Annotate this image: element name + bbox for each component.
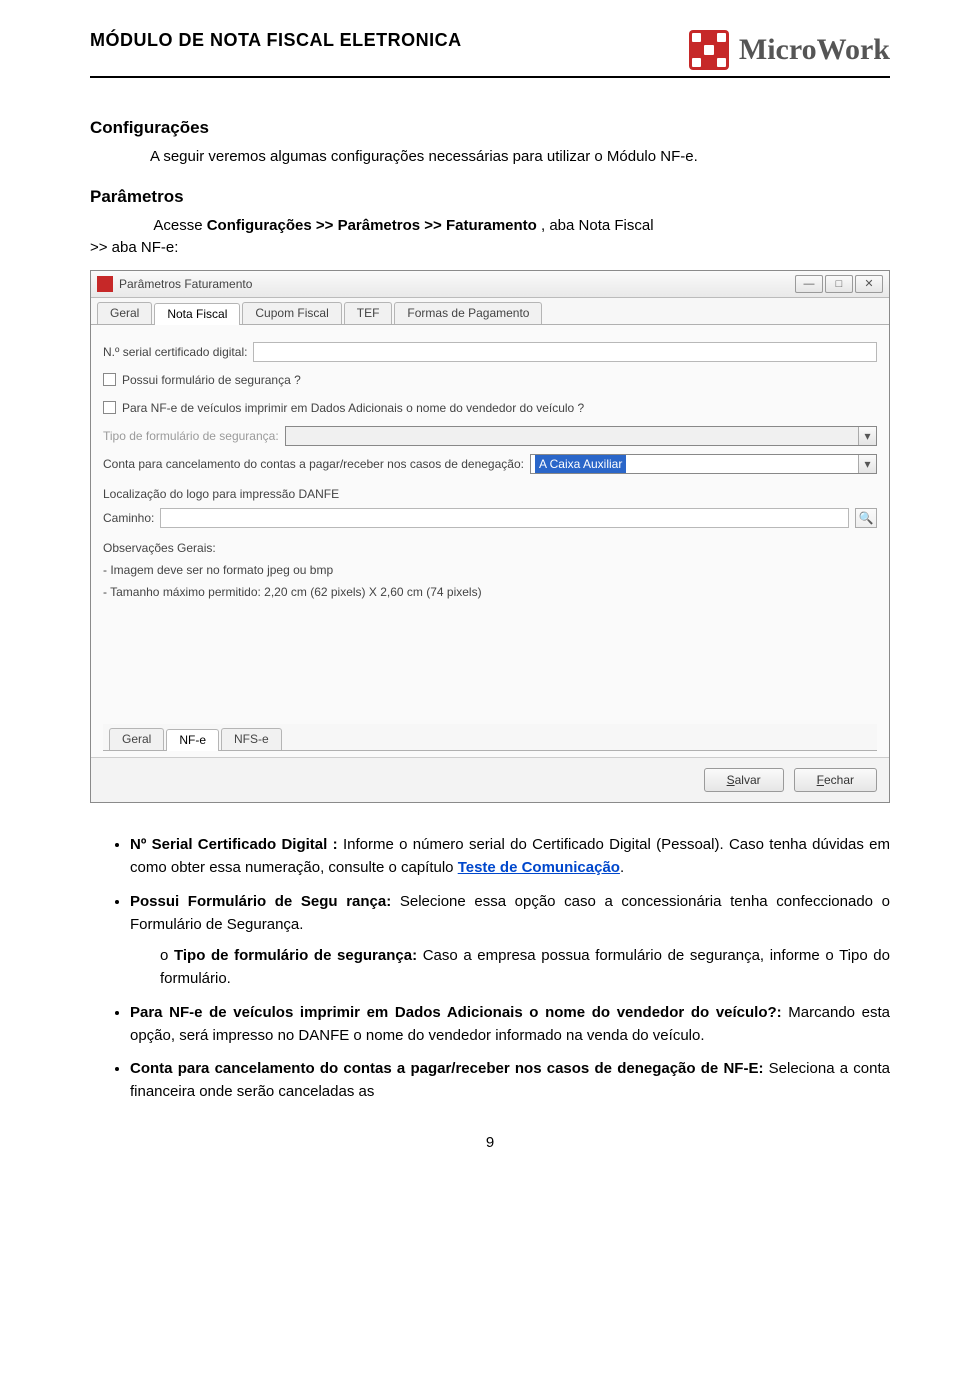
obs-line-1: - Imagem deve ser no formato jpeg ou bmp (103, 559, 877, 582)
label-tipo-formulario: Tipo de formulário de segurança: (103, 429, 279, 443)
minimize-button[interactable]: — (795, 275, 823, 293)
page-number: 9 (90, 1134, 890, 1151)
path-bold: Configurações >> Parâmetros >> Faturamen… (207, 217, 537, 234)
label-serial: N.º serial certificado digital: (103, 345, 247, 359)
close-button[interactable]: ✕ (855, 275, 883, 293)
link-teste-comunicacao[interactable]: Teste de Comunicação (458, 859, 620, 876)
path-prefix: Acesse (153, 217, 206, 234)
label-obs: Observações Gerais: (103, 541, 877, 555)
close-button-footer[interactable]: Fechar (794, 768, 877, 792)
app-icon (97, 276, 113, 292)
bullet-conta-cancelamento: Conta para cancelamento do contas a paga… (130, 1057, 890, 1104)
tab-cupom-fiscal[interactable]: Cupom Fiscal (242, 302, 341, 324)
checkbox-nfe-veiculos[interactable] (103, 401, 116, 414)
paragraph-param-path: Acesse Configurações >> Parâmetros >> Fa… (90, 215, 890, 260)
titlebar: Parâmetros Faturamento — □ ✕ (91, 271, 889, 298)
checkbox-formulario-seguranca[interactable] (103, 373, 116, 386)
window-title: Parâmetros Faturamento (119, 277, 252, 291)
tab-geral[interactable]: Geral (97, 302, 152, 324)
brand-name: MicroWork (739, 33, 890, 67)
label-conta-cancelamento: Conta para cancelamento do contas a paga… (103, 457, 524, 471)
label-chk-form: Possui formulário de segurança ? (122, 373, 301, 387)
chevron-down-icon[interactable]: ▾ (858, 455, 876, 473)
header-divider (90, 76, 890, 78)
path-line2: >> aba NF-e: (90, 239, 178, 256)
tabs-bottom: Geral NF-e NFS-e (103, 724, 877, 751)
combo-tipo-formulario: ▾ (285, 426, 877, 446)
tabs-top: Geral Nota Fiscal Cupom Fiscal TEF Forma… (91, 298, 889, 325)
bullet-serial: Nº Serial Certificado Digital : Informe … (130, 833, 890, 880)
sub-bullet-tipo: Tipo de formulário de segurança: Caso a … (160, 944, 890, 991)
path-suffix: , aba Nota Fiscal (541, 217, 654, 234)
chevron-down-icon: ▾ (858, 427, 876, 445)
doc-title: MÓDULO DE NOTA FISCAL ELETRONICA (90, 30, 462, 51)
app-window: Parâmetros Faturamento — □ ✕ Geral Nota … (90, 270, 890, 804)
label-chk-nfe-veic: Para NF-e de veículos imprimir em Dados … (122, 401, 584, 415)
maximize-button[interactable]: □ (825, 275, 853, 293)
label-loc-logo: Localização do logo para impressão DANFE (103, 487, 877, 501)
bullet-formulario: Possui Formulário de Segu rança: Selecio… (130, 890, 890, 991)
heading-parametros: Parâmetros (90, 187, 890, 207)
tab-bottom-nfse[interactable]: NFS-e (221, 728, 282, 750)
tab-bottom-geral[interactable]: Geral (109, 728, 164, 750)
label-caminho: Caminho: (103, 511, 154, 525)
brand-logo: MicroWork (689, 30, 890, 70)
combo-conta-cancelamento[interactable]: A Caixa Auxiliar ▾ (530, 454, 877, 474)
tab-nota-fiscal[interactable]: Nota Fiscal (154, 303, 240, 325)
save-button[interactable]: Salvar (704, 768, 784, 792)
tab-tef[interactable]: TEF (344, 302, 393, 324)
paragraph-config: A seguir veremos algumas configurações n… (150, 146, 890, 169)
combo-conta-value: A Caixa Auxiliar (535, 455, 626, 473)
browse-icon[interactable]: 🔍 (855, 508, 877, 528)
tab-formas-pagamento[interactable]: Formas de Pagamento (394, 302, 542, 324)
logo-icon (689, 30, 729, 70)
bullet-nfe-veiculos: Para NF-e de veículos imprimir em Dados … (130, 1001, 890, 1048)
input-serial[interactable] (253, 342, 877, 362)
tab-bottom-nfe[interactable]: NF-e (166, 729, 219, 751)
input-caminho[interactable] (160, 508, 849, 528)
obs-line-2: - Tamanho máximo permitido: 2,20 cm (62 … (103, 581, 877, 604)
heading-configuracoes: Configurações (90, 118, 890, 138)
